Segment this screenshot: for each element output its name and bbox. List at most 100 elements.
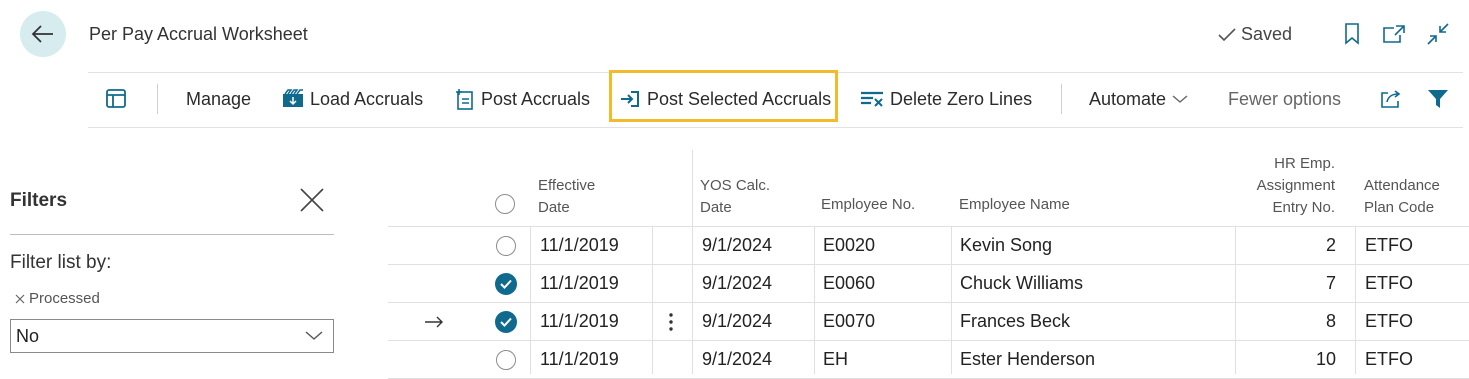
col-effective-date[interactable]: Effective Date bbox=[538, 175, 595, 219]
row-select-radio[interactable] bbox=[494, 227, 518, 264]
col-header-line: YOS Calc. bbox=[700, 177, 771, 194]
post-accruals-button[interactable]: Post Accruals bbox=[455, 73, 590, 125]
cell-effective-date[interactable]: 11/1/2019 bbox=[540, 227, 619, 264]
processed-filter-select[interactable]: No bbox=[10, 319, 334, 353]
highlight-frame bbox=[609, 70, 838, 122]
automate-label: Automate bbox=[1089, 88, 1167, 109]
automate-menu[interactable]: Automate bbox=[1089, 73, 1188, 125]
filters-title: Filters bbox=[10, 190, 68, 211]
col-header-line: Assignment bbox=[1256, 177, 1335, 194]
select-all-radio[interactable] bbox=[495, 194, 515, 214]
manage-button[interactable]: Manage bbox=[186, 73, 251, 125]
table-row[interactable]: 11/1/2019 9/1/2024 E0060 Chuck Williams 7 ETF… bbox=[388, 265, 1469, 303]
col-header-line: HR Emp. bbox=[1274, 155, 1335, 172]
cell-yos-calc-date[interactable]: 9/1/2024 bbox=[702, 227, 772, 264]
delete-zero-lines-label: Delete Zero Lines bbox=[890, 88, 1033, 109]
table-row[interactable]: 11/1/2019 9/1/2024 E0020 Kevin Song 2 ETFO bbox=[388, 227, 1469, 265]
close-icon[interactable] bbox=[298, 186, 326, 214]
col-employee-name[interactable]: Employee Name bbox=[959, 194, 1070, 216]
col-header-line: Date bbox=[700, 199, 732, 216]
arrow-left-icon bbox=[31, 25, 53, 43]
cell-plan-code[interactable]: ETFO bbox=[1365, 303, 1413, 340]
back-button[interactable] bbox=[20, 11, 66, 57]
cell-effective-date[interactable]: 11/1/2019 bbox=[540, 341, 619, 378]
cell-yos-calc-date[interactable]: 9/1/2024 bbox=[702, 265, 772, 302]
cell-employee-no[interactable]: E0020 bbox=[823, 227, 875, 264]
column-divider bbox=[1235, 227, 1236, 374]
col-header-line: Entry No. bbox=[1272, 199, 1335, 216]
cell-effective-date[interactable]: 11/1/2019 bbox=[540, 265, 619, 302]
filter-chip-label: Processed bbox=[29, 290, 100, 307]
share-icon bbox=[1380, 89, 1402, 109]
col-hr-emp-entry-no[interactable]: HR Emp. Assignment Entry No. bbox=[1235, 153, 1335, 219]
checkmark-icon bbox=[495, 310, 517, 333]
column-divider bbox=[951, 227, 952, 374]
filter-list-by-label: Filter list by: bbox=[10, 252, 112, 273]
col-header-line: Attendance bbox=[1364, 177, 1440, 194]
cell-entry-no[interactable]: 7 bbox=[1236, 265, 1336, 302]
post-accruals-label: Post Accruals bbox=[481, 88, 591, 109]
cell-plan-code[interactable]: ETFO bbox=[1365, 341, 1413, 378]
share-button[interactable] bbox=[1380, 73, 1402, 125]
cell-yos-calc-date[interactable]: 9/1/2024 bbox=[702, 303, 772, 340]
row-select-radio[interactable] bbox=[494, 303, 518, 340]
cell-employee-name[interactable]: Kevin Song bbox=[960, 227, 1052, 264]
col-attendance-plan-code[interactable]: Attendance Plan Code bbox=[1364, 175, 1440, 219]
delete-zero-lines-button[interactable]: Delete Zero Lines bbox=[860, 73, 1032, 125]
cell-employee-no[interactable]: EH bbox=[823, 341, 848, 378]
load-accruals-button[interactable]: Load Accruals bbox=[282, 73, 423, 125]
col-header-line: Plan Code bbox=[1364, 199, 1435, 216]
filter-chip-processed[interactable]: Processed bbox=[15, 290, 100, 307]
load-accruals-label: Load Accruals bbox=[310, 88, 424, 109]
cell-employee-name[interactable]: Ester Henderson bbox=[960, 341, 1095, 378]
cell-entry-no[interactable]: 10 bbox=[1236, 341, 1336, 378]
load-icon bbox=[282, 89, 304, 109]
chevron-down-icon bbox=[1172, 94, 1188, 104]
row-select-radio[interactable] bbox=[494, 341, 518, 378]
cell-effective-date[interactable]: 11/1/2019 bbox=[540, 303, 619, 340]
cell-plan-code[interactable]: ETFO bbox=[1365, 227, 1413, 264]
chevron-down-icon bbox=[305, 331, 323, 340]
table-row[interactable]: 11/1/2019 9/1/2024 EH Ester Henderson 10 ETFO bbox=[388, 341, 1469, 379]
filter-icon bbox=[1427, 89, 1449, 109]
page-title: Per Pay Accrual Worksheet bbox=[89, 24, 308, 44]
checkmark-icon bbox=[495, 272, 517, 295]
column-divider bbox=[1355, 227, 1356, 374]
checkmark-icon bbox=[1218, 27, 1236, 41]
manage-label: Manage bbox=[186, 88, 252, 109]
cell-employee-name[interactable]: Frances Beck bbox=[960, 303, 1070, 340]
saved-status: Saved bbox=[1217, 24, 1292, 45]
row-select-radio[interactable] bbox=[494, 265, 518, 302]
col-employee-no[interactable]: Employee No. bbox=[821, 194, 915, 216]
saved-label: Saved bbox=[1241, 24, 1293, 44]
col-header-line: Effective bbox=[538, 177, 596, 194]
delete-lines-icon bbox=[860, 89, 884, 109]
remove-filter-icon[interactable] bbox=[15, 294, 25, 304]
open-new-window-icon[interactable] bbox=[1382, 22, 1406, 46]
filters-divider bbox=[10, 234, 334, 235]
cell-entry-no[interactable]: 2 bbox=[1236, 227, 1336, 264]
fewer-options-button[interactable]: Fewer options bbox=[1228, 73, 1341, 125]
fewer-options-label: Fewer options bbox=[1228, 88, 1342, 109]
col-header-line: Date bbox=[538, 199, 570, 216]
processed-filter-value: No bbox=[16, 325, 40, 346]
layout-icon bbox=[105, 88, 129, 110]
cell-entry-no[interactable]: 8 bbox=[1236, 303, 1336, 340]
cell-employee-name[interactable]: Chuck Williams bbox=[960, 265, 1083, 302]
column-divider bbox=[814, 227, 815, 374]
filter-button[interactable] bbox=[1427, 73, 1449, 125]
bookmark-icon[interactable] bbox=[1340, 22, 1364, 46]
cell-employee-no[interactable]: E0070 bbox=[823, 303, 875, 340]
cell-yos-calc-date[interactable]: 9/1/2024 bbox=[702, 341, 772, 378]
divider bbox=[1061, 84, 1062, 114]
row-menu-icon[interactable] bbox=[664, 303, 678, 340]
table-row[interactable]: 11/1/2019 9/1/2024 E0070 Frances Beck 8 ETFO bbox=[388, 303, 1469, 341]
collapse-icon[interactable] bbox=[1426, 22, 1450, 46]
column-divider bbox=[652, 227, 653, 374]
cell-plan-code[interactable]: ETFO bbox=[1365, 265, 1413, 302]
cell-employee-no[interactable]: E0060 bbox=[823, 265, 875, 302]
divider bbox=[157, 84, 158, 114]
col-yos-calc-date[interactable]: YOS Calc. Date bbox=[700, 175, 770, 219]
post-document-icon bbox=[455, 88, 475, 110]
show-details-button[interactable] bbox=[105, 73, 129, 125]
